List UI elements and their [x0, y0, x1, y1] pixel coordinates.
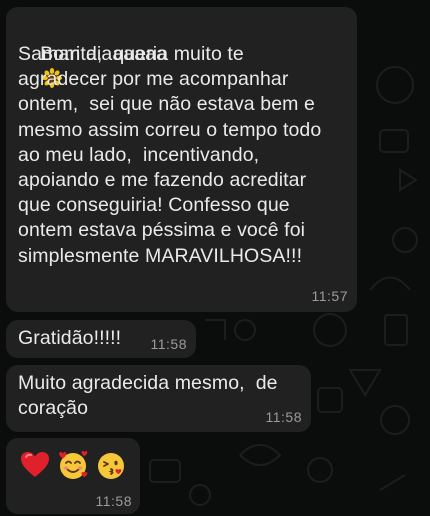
message-text: Muito agradecida mesmo, de coração [18, 372, 278, 420]
message-text: Gratidão!!!!! [18, 327, 122, 349]
message-timestamp: 11:58 [150, 336, 187, 352]
face-blowing-kiss-icon [98, 453, 124, 479]
message-timestamp: 11:57 [311, 288, 348, 304]
red-heart-icon [21, 452, 49, 477]
message-timestamp: 11:58 [265, 409, 302, 425]
message-bubble[interactable]: Muito agradecida mesmo, de coração 11:58 [6, 365, 311, 432]
message-bubble[interactable]: Bom diaaaaaa Samarita, queria muito te a… [6, 7, 357, 312]
message-bubble[interactable]: 11:58 [6, 438, 140, 514]
emoji-row [19, 449, 127, 481]
message-bubble[interactable]: Gratidão!!!!! 11:58 [6, 320, 196, 358]
message-timestamp: 11:58 [95, 493, 132, 509]
smiling-face-with-hearts-icon [59, 451, 88, 479]
message-text: Samarita, queria muito te agradecer por … [18, 43, 322, 267]
